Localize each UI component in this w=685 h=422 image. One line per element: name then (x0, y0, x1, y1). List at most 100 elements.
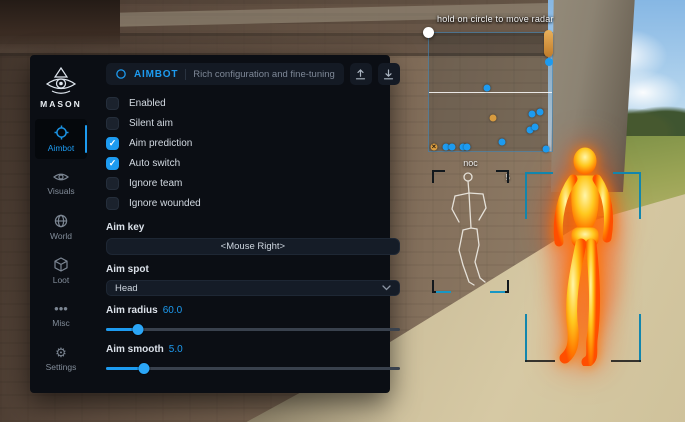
aim-smooth-slider[interactable] (106, 363, 400, 374)
checkbox[interactable]: ✓ (106, 157, 119, 170)
radar-enemy-dot (529, 111, 536, 118)
radar-item-dot (489, 114, 496, 121)
mason-eye-icon (43, 66, 79, 96)
toggle-aim-prediction[interactable]: ✓ Aim prediction (106, 133, 400, 153)
sidebar-item-label: Aimbot (48, 143, 74, 153)
radar-enemy-dot (464, 144, 471, 151)
slider-thumb[interactable] (133, 324, 144, 335)
toggle-label: Ignore wounded (129, 198, 201, 209)
aim-radius-label: Aim radius (106, 305, 158, 316)
crosshair-icon (115, 68, 127, 80)
checkbox[interactable]: ✓ (106, 117, 119, 130)
eye-icon (53, 171, 69, 183)
download-icon (383, 69, 394, 80)
skeleton-esp-box: noc 5 (433, 170, 508, 293)
sidebar-item-label: Settings (46, 362, 77, 372)
radar[interactable]: ✕ (428, 32, 553, 152)
check-icon: ✓ (109, 139, 117, 148)
toggle-label: Aim prediction (129, 138, 192, 149)
bracket-line (525, 172, 527, 219)
cube-icon (54, 257, 68, 272)
bracket-line (525, 360, 555, 362)
page-title: AIMBOT (134, 69, 178, 80)
sidebar-item-visuals[interactable]: Visuals (35, 163, 87, 203)
slider-thumb[interactable] (139, 363, 150, 374)
aim-radius-value: 60.0 (163, 305, 182, 316)
player-esp-box (525, 172, 641, 362)
bracket-corner (432, 170, 445, 183)
logo: MASON (40, 66, 82, 109)
toggle-silent-aim[interactable]: ✓ Silent aim (106, 113, 400, 133)
cheat-menu-panel: MASON Aimbot Visuals (30, 55, 390, 393)
toggle-auto-switch[interactable]: ✓ Auto switch (106, 153, 400, 173)
bracket-line (613, 172, 641, 174)
aim-radius-slider[interactable] (106, 324, 400, 335)
chevron-down-icon (382, 285, 391, 291)
sidebar-item-label: Loot (53, 275, 70, 285)
toggle-label: Enabled (129, 98, 166, 109)
divider (185, 69, 186, 80)
checkbox[interactable]: ✓ (106, 137, 119, 150)
bracket-line (639, 314, 641, 362)
bracket-accent (436, 291, 451, 293)
sidebar-item-world[interactable]: World (35, 207, 87, 247)
slider-track[interactable] (106, 328, 400, 331)
aim-spot-value: Head (115, 283, 138, 294)
radar-enemy-dot (542, 145, 549, 152)
checkbox[interactable]: ✓ (106, 177, 119, 190)
bracket-accent (490, 291, 505, 293)
sidebar-item-misc[interactable]: ••• Misc (35, 295, 87, 335)
import-config-button[interactable] (378, 63, 400, 85)
sidebar-item-settings[interactable]: ⚙ Settings (35, 339, 87, 379)
logo-label: MASON (40, 99, 82, 109)
crosshair-icon (54, 125, 69, 140)
enemy-dot (545, 58, 553, 66)
toggle-ignore-team[interactable]: ✓ Ignore team (106, 173, 400, 193)
sidebar-item-label: Misc (52, 318, 69, 328)
radar-item-dot: ✕ (430, 144, 437, 151)
dark-bricks (0, 0, 120, 50)
checkbox[interactable]: ✓ (106, 197, 119, 210)
toggle-enabled[interactable]: ✓ Enabled (106, 93, 400, 113)
toggle-ignore-wounded[interactable]: ✓ Ignore wounded (106, 193, 400, 213)
radar-enemy-dot (531, 124, 538, 131)
tab-header-pill: AIMBOT Rich configuration and fine-tunin… (106, 63, 344, 85)
aim-spot-label: Aim spot (106, 264, 400, 275)
radar-drag-handle[interactable] (423, 27, 434, 38)
checkbox[interactable]: ✓ (106, 97, 119, 110)
item-marker (544, 30, 553, 57)
sidebar-item-label: Visuals (47, 186, 74, 196)
check-icon: ✓ (109, 159, 117, 168)
radar-tooltip: hold on circle to move radar (437, 14, 554, 24)
aim-smooth-value: 5.0 (169, 344, 183, 355)
toggle-label: Auto switch (129, 158, 180, 169)
sidebar-item-loot[interactable]: Loot (35, 251, 87, 291)
aim-radius-header: Aim radius 60.0 (106, 305, 400, 316)
sidebar-item-label: World (50, 231, 72, 241)
sidebar-item-aimbot[interactable]: Aimbot (35, 119, 87, 159)
globe-icon (54, 214, 68, 228)
toggle-list: ✓ Enabled ✓ Silent aim ✓ Aim prediction … (106, 93, 400, 213)
nav-menu: Aimbot Visuals (35, 119, 87, 379)
tab-header: AIMBOT Rich configuration and fine-tunin… (106, 63, 400, 85)
toggle-label: Ignore team (129, 178, 182, 189)
radar-enemy-dot (536, 109, 543, 116)
dots-icon: ••• (54, 303, 68, 315)
aim-spot-select[interactable]: Head (106, 280, 400, 296)
gear-icon: ⚙ (55, 347, 67, 359)
aim-smooth-label: Aim smooth (106, 344, 164, 355)
radar-enemy-dot (483, 85, 490, 92)
aim-key-label: Aim key (106, 222, 400, 233)
toggle-label: Silent aim (129, 118, 173, 129)
upload-icon (355, 69, 366, 80)
radar-enemy-dot (449, 144, 456, 151)
main-content: AIMBOT Rich configuration and fine-tunin… (92, 55, 413, 393)
bracket-line (611, 360, 641, 362)
radar-enemy-dot (498, 138, 505, 145)
aim-key-button[interactable]: <Mouse Right> (106, 238, 400, 255)
export-config-button[interactable] (350, 63, 372, 85)
bracket-line (525, 314, 527, 362)
slider-track[interactable] (106, 367, 400, 370)
aim-smooth-header: Aim smooth 5.0 (106, 344, 400, 355)
skeleton-icon (433, 170, 508, 293)
